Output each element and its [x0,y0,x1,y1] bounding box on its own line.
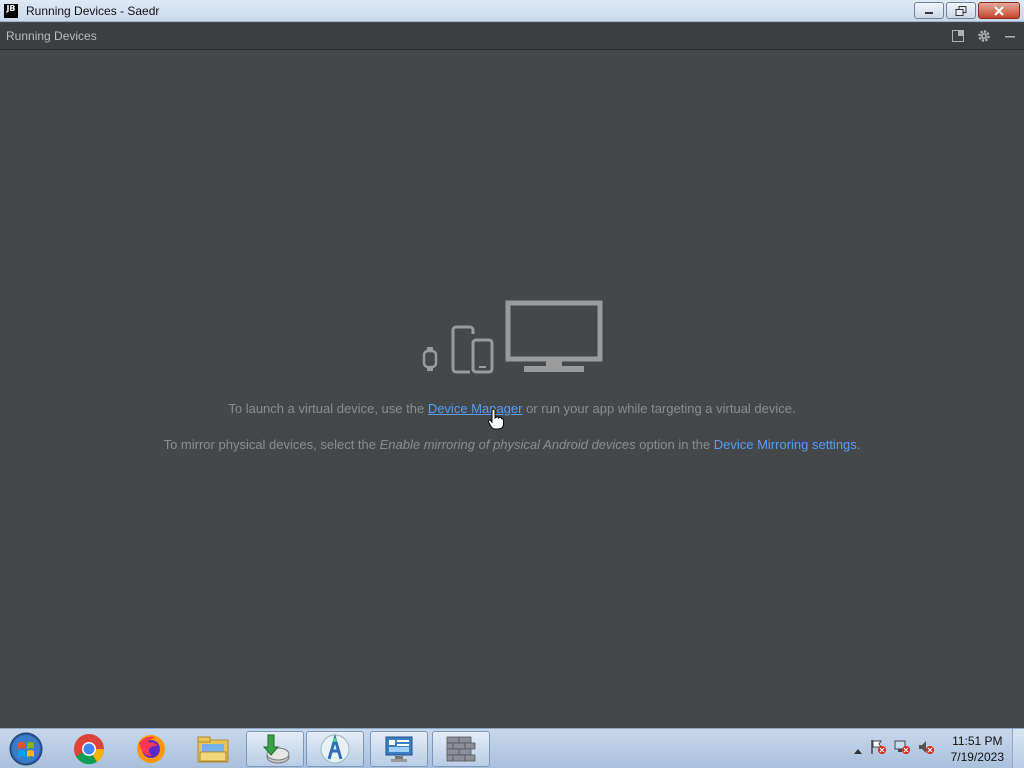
show-hidden-icons-icon[interactable] [853,740,863,759]
app-badge-text: JB [6,3,16,13]
file-explorer-icon[interactable] [184,731,242,767]
show-desktop-button[interactable] [1012,729,1024,768]
window-title: Running Devices - Saedr [26,3,160,18]
watch-icon [422,347,438,371]
taskbar: 11:51 PM 7/19/2023 [0,728,1024,768]
hand-pointer-icon [488,409,504,430]
devices-illustration [422,300,603,374]
system-tray: 11:51 PM 7/19/2023 [853,729,1024,768]
close-icon [994,5,1004,16]
restore-button[interactable] [946,2,976,19]
clock-time: 11:51 PM [952,734,1003,748]
launch-virtual-device-message: To launch a virtual device, use the Devi… [0,401,1024,416]
gear-icon[interactable] [976,28,992,44]
network-icon[interactable] [893,739,911,759]
action-center-flag-icon[interactable] [869,739,887,759]
launch-message-prefix: To launch a virtual device, use the [228,401,428,416]
control-panel-icon[interactable] [370,731,428,767]
view-mode-icon[interactable] [950,28,966,44]
minimize-icon [925,11,933,14]
monitor-icon [505,300,603,372]
phone-icon [471,338,494,374]
mirror-message-prefix: To mirror physical devices, select the [163,437,380,452]
system-clock[interactable]: 11:51 PM 7/19/2023 [951,733,1004,765]
mirror-devices-message: To mirror physical devices, select the E… [0,437,1024,452]
chrome-icon[interactable] [60,731,118,767]
jetbrains-logo-icon: JB [4,3,18,18]
firefox-icon[interactable] [122,731,180,767]
hide-icon[interactable] [1002,28,1018,44]
installer-icon[interactable] [246,731,304,767]
android-studio-icon[interactable] [306,731,364,767]
tool-window-title: Running Devices [6,29,97,43]
firewall-icon[interactable] [432,731,490,767]
clock-date: 7/19/2023 [950,750,1004,764]
tablet-icon [451,325,475,374]
restore-icon [955,5,967,16]
mirror-message-suffix: . [856,437,861,452]
window-titlebar: JB Running Devices - Saedr [0,0,1024,22]
tool-window-actions [950,28,1018,44]
device-manager-link[interactable]: Device Manager [428,401,523,416]
start-button[interactable] [6,731,46,767]
close-button[interactable] [978,2,1020,19]
minimize-button[interactable] [914,2,944,19]
window-controls [914,2,1020,19]
mirroring-option-name: Enable mirroring of physical Android dev… [379,437,636,452]
launch-message-suffix: or run your app while targeting a virtua… [522,401,796,416]
volume-muted-icon[interactable] [917,739,935,759]
running-devices-panel: To launch a virtual device, use the Devi… [0,51,1024,728]
device-mirroring-settings-link[interactable]: Device Mirroring settings [714,437,857,452]
mirror-message-middle: option in the [635,437,714,452]
tool-window-header: Running Devices [0,23,1024,50]
